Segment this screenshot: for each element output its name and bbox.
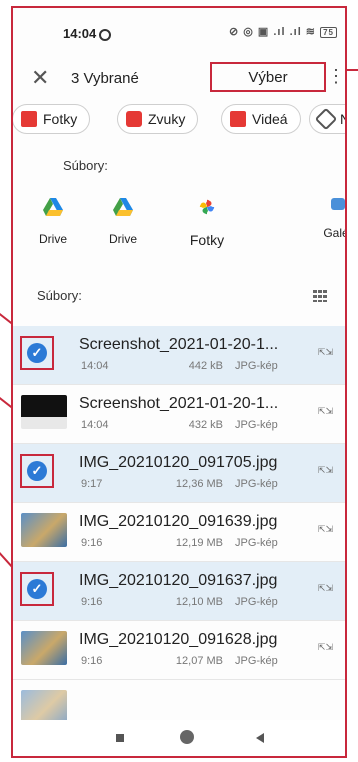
file-time: 14:04 [81, 419, 109, 431]
expand-icon[interactable]: ⇱⇲ [318, 643, 333, 652]
file-size: 432 kB [188, 419, 223, 431]
image-icon [21, 111, 37, 127]
thumbnail-image [21, 513, 67, 547]
check-icon: ✓ [27, 343, 47, 363]
thumbnail-image [21, 631, 67, 665]
chip-label: Fotky [43, 111, 78, 127]
drive-icon [43, 198, 63, 216]
kebab-menu-icon[interactable]: ⋮ [327, 66, 345, 87]
file-size: 12,10 MB [175, 596, 223, 608]
thumbnail-image [21, 395, 67, 429]
source-apps: Drive Drive Fotky Gal [13, 198, 345, 258]
selection-count: 3 Vybrané [71, 70, 139, 87]
file-name: IMG_20210120_091705.jpg [79, 454, 278, 471]
check-icon: ✓ [27, 579, 47, 599]
file-time: 9:16 [81, 596, 103, 608]
drive-icon [113, 198, 133, 216]
file-size: 12,19 MB [175, 537, 223, 549]
file-type: JPG-kép [235, 537, 278, 549]
app-label: Fotky [189, 232, 225, 248]
chip-label: N [340, 111, 345, 127]
gallery-icon [331, 198, 345, 210]
file-type: JPG-kép [235, 596, 278, 608]
phone-screen: 14:04 ⊘ ◎ ▣ .ıl .ıl ≋ 75 ✕ 3 Vybrané Výb… [11, 6, 347, 758]
file-size: 12,07 MB [175, 655, 223, 667]
expand-icon[interactable]: ⇱⇲ [318, 525, 333, 534]
file-type: JPG-kép [235, 419, 278, 431]
file-size: 442 kB [188, 360, 223, 372]
chip-photos[interactable]: Fotky [13, 104, 91, 134]
check-icon: ✓ [27, 461, 47, 481]
app-gallery[interactable]: Galér [303, 198, 345, 240]
status-time: 14:04 [63, 26, 97, 41]
file-row[interactable]: Screenshot_2021-01-20-1... 14:04 432 kB … [13, 385, 345, 444]
thumbnail-image [21, 690, 67, 724]
app-label: Galér [323, 226, 345, 240]
file-time: 9:16 [81, 655, 103, 667]
grid-view-icon[interactable] [313, 290, 327, 302]
app-drive[interactable]: Drive [88, 198, 158, 246]
file-type: JPG-kép [235, 360, 278, 372]
status-icons: ⊘ ◎ ▣ .ıl .ıl ≋ 75 [229, 25, 337, 38]
file-name: IMG_20210120_091628.jpg [79, 631, 278, 648]
file-type: JPG-kép [235, 478, 278, 490]
app-label: Drive [38, 232, 67, 246]
selection-toolbar: ✕ 3 Vybrané Výber ⋮ [13, 58, 345, 98]
file-name: Screenshot_2021-01-20-1... [79, 336, 279, 353]
back-icon[interactable] [256, 733, 264, 743]
file-type: JPG-kép [235, 655, 278, 667]
chip-label: Videá [252, 111, 288, 127]
home-icon[interactable] [180, 730, 194, 744]
select-button[interactable]: Výber [210, 62, 326, 92]
status-icon-strip: ⊘ ◎ ▣ .ıl .ıl ≋ [228, 26, 317, 38]
checkbox-checked[interactable]: ✓ [20, 454, 54, 488]
close-icon[interactable]: ✕ [31, 65, 49, 91]
file-time: 9:17 [81, 478, 103, 490]
app-photos[interactable]: Fotky [172, 198, 242, 248]
status-bar: 14:04 ⊘ ◎ ▣ .ıl .ıl ≋ 75 [13, 8, 345, 58]
headphones-icon [126, 111, 142, 127]
file-row[interactable]: IMG_20210120_091628.jpg 9:16 12,07 MB JP… [13, 621, 345, 680]
file-row[interactable]: ✓ IMG_20210120_091705.jpg 9:17 12,36 MB … [13, 444, 345, 503]
expand-icon[interactable]: ⇱⇲ [318, 348, 333, 357]
sources-heading: Súbory: [63, 158, 108, 173]
photos-pinwheel-icon [199, 199, 215, 215]
navigation-bar [13, 720, 345, 756]
file-row[interactable]: IMG_20210120_091639.jpg 9:16 12,19 MB JP… [13, 503, 345, 562]
file-size: 12,36 MB [175, 478, 223, 490]
chip-label: Zvuky [148, 111, 186, 127]
file-row-partial[interactable] [13, 680, 345, 724]
app-drive[interactable]: Drive [18, 198, 88, 246]
chip-audio[interactable]: Zvuky [117, 104, 199, 134]
battery-icon: 75 [320, 27, 337, 38]
checkbox-checked[interactable]: ✓ [20, 572, 54, 606]
chip-more[interactable]: N [309, 104, 345, 134]
notification-icon [99, 29, 111, 41]
chip-videos[interactable]: Videá [221, 104, 301, 134]
tag-icon [314, 107, 338, 131]
file-name: IMG_20210120_091639.jpg [79, 513, 278, 530]
file-name: IMG_20210120_091637.jpg [79, 572, 278, 589]
file-row[interactable]: ✓ Screenshot_2021-01-20-1... 14:04 442 k… [13, 326, 345, 385]
expand-icon[interactable]: ⇱⇲ [318, 584, 333, 593]
film-icon [230, 111, 246, 127]
file-row[interactable]: ✓ IMG_20210120_091637.jpg 9:16 12,10 MB … [13, 562, 345, 621]
expand-icon[interactable]: ⇱⇲ [318, 407, 333, 416]
file-time: 9:16 [81, 537, 103, 549]
files-heading: Súbory: [37, 288, 82, 303]
file-list: ✓ Screenshot_2021-01-20-1... 14:04 442 k… [13, 326, 345, 724]
file-time: 14:04 [81, 360, 109, 372]
recents-icon[interactable] [116, 734, 124, 742]
checkbox-checked[interactable]: ✓ [20, 336, 54, 370]
file-name: Screenshot_2021-01-20-1... [79, 395, 279, 412]
app-label: Drive [108, 232, 137, 246]
expand-icon[interactable]: ⇱⇲ [318, 466, 333, 475]
